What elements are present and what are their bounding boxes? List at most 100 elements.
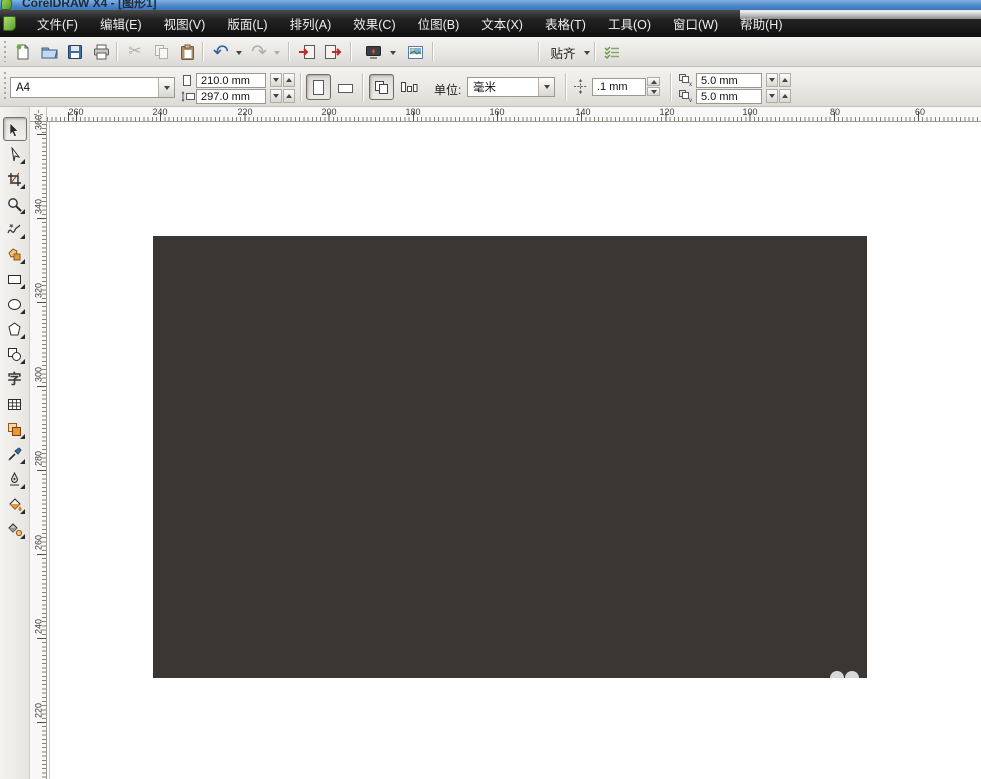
launcher-dropdown[interactable] [388,48,397,58]
outline-pen-tool[interactable] [3,467,27,491]
import-button[interactable] [296,41,318,63]
basic-shapes-tool[interactable] [3,342,27,366]
flyout-indicator-icon [20,284,25,289]
save-button[interactable] [64,41,86,63]
standard-toolbar: ✂ ↶ ↷ 2 [0,37,981,67]
welcome-screen-button[interactable] [404,41,426,63]
menu-window[interactable]: 窗口(W) [662,9,729,38]
freehand-tool[interactable] [3,217,27,241]
rectangle-tool[interactable] [3,267,27,291]
new-button[interactable] [12,41,34,63]
menu-arrange[interactable]: 排列(A) [279,9,343,38]
units-combobox[interactable]: 毫米 [467,77,555,97]
paste-button[interactable] [176,41,198,63]
zoom-tool[interactable] [3,192,27,216]
interactive-fill-tool[interactable] [3,517,27,541]
separator [288,42,289,61]
ruler-label: 220 [237,107,252,117]
flyout-indicator-icon [20,234,25,239]
redo-button[interactable]: ↷ [248,41,270,63]
duplicate-x-field[interactable]: 5.0 mm [696,73,762,88]
menu-bitmaps[interactable]: 位图(B) [407,9,471,38]
copy-button[interactable] [150,41,172,63]
redo-dropdown[interactable] [272,48,281,58]
units-dropdown[interactable] [538,78,554,96]
spin-down-button[interactable] [647,87,660,96]
portrait-button[interactable] [306,74,331,100]
flyout-indicator-icon [20,434,25,439]
spin-up-button[interactable] [779,73,791,87]
menu-edit[interactable]: 编辑(E) [89,9,153,38]
paper-width-field[interactable]: 210.0 mm [196,73,266,88]
horizontal-ruler[interactable]: 260 240 220 200 180 160 140 120 100 80 6… [47,107,981,122]
ruler-label: 260 [68,107,83,117]
menu-file[interactable]: 文件(F) [26,9,89,38]
open-button[interactable] [38,41,60,63]
toolbar-grip[interactable] [3,41,7,62]
table-grid-icon [7,397,22,412]
smart-fill-tool[interactable] [3,242,27,266]
current-page-button[interactable] [396,74,421,100]
menu-text[interactable]: 文本(X) [470,9,534,38]
separator [202,42,203,61]
landscape-icon [337,81,354,94]
menu-effects[interactable]: 效果(C) [342,9,406,38]
snap-to-button[interactable]: 贴齐 [546,41,580,63]
menu-view[interactable]: 视图(V) [153,9,217,38]
chevron-down-icon [236,51,242,55]
table-tool[interactable] [3,392,27,416]
drawing-canvas[interactable] [47,122,981,779]
menu-layout[interactable]: 版面(L) [216,9,278,38]
duplicate-x-spinner[interactable] [766,73,791,87]
paper-type-combobox[interactable]: A4 [10,77,175,98]
all-pages-button[interactable] [369,74,394,100]
interactive-blend-tool[interactable] [3,417,27,441]
duplicate-y-field[interactable]: 5.0 mm [696,89,762,104]
eyedropper-tool[interactable] [3,442,27,466]
spin-up-button[interactable] [283,89,295,103]
duplicate-y-spinner[interactable] [766,89,791,103]
spin-up-button[interactable] [647,77,660,86]
svg-text:x: x [689,82,692,86]
nudge-offset-icon [573,79,588,94]
menu-help[interactable]: 帮助(H) [729,9,793,38]
text-tool[interactable]: 字 [3,367,27,391]
vertical-ruler[interactable]: 360 340 320 300 280 260 240 220 [30,122,47,779]
nudge-spinner[interactable] [647,77,660,96]
shape-tool[interactable] [3,142,27,166]
cut-button[interactable]: ✂ [124,41,146,63]
options-button[interactable] [600,41,622,63]
spin-down-button[interactable] [766,89,778,103]
paper-width-spinner[interactable] [270,73,295,87]
menu-tools[interactable]: 工具(O) [597,9,662,38]
landscape-button[interactable] [333,74,358,100]
print-button[interactable] [90,41,112,63]
undo-dropdown[interactable] [234,48,243,58]
nudge-offset-field[interactable]: .1 mm [592,78,646,96]
cut-icon: ✂ [128,44,141,60]
snap-dropdown[interactable] [582,48,591,58]
spin-down-button[interactable] [270,89,282,103]
polygon-tool[interactable] [3,317,27,341]
propbar-grip[interactable] [3,72,7,102]
paper-type-dropdown[interactable] [158,78,174,97]
pick-tool[interactable] [3,117,27,141]
paper-height-field[interactable]: 297.0 mm [196,89,266,104]
chevron-down-icon [544,85,550,89]
paper-height-spinner[interactable] [270,89,295,103]
triangle-down-icon [273,94,279,98]
spin-down-button[interactable] [270,73,282,87]
document-icon[interactable] [3,16,16,31]
spin-up-button[interactable] [283,73,295,87]
menu-table[interactable]: 表格(T) [534,9,597,38]
crop-tool[interactable] [3,167,27,191]
fill-tool[interactable] [3,492,27,516]
undo-button[interactable]: ↶ [210,41,232,63]
spin-down-button[interactable] [766,73,778,87]
placed-image-object[interactable] [153,236,867,678]
ellipse-tool[interactable] [3,292,27,316]
spin-up-button[interactable] [779,89,791,103]
flyout-indicator-icon [20,484,25,489]
application-launcher-button[interactable] [362,41,384,63]
export-button[interactable] [322,41,344,63]
